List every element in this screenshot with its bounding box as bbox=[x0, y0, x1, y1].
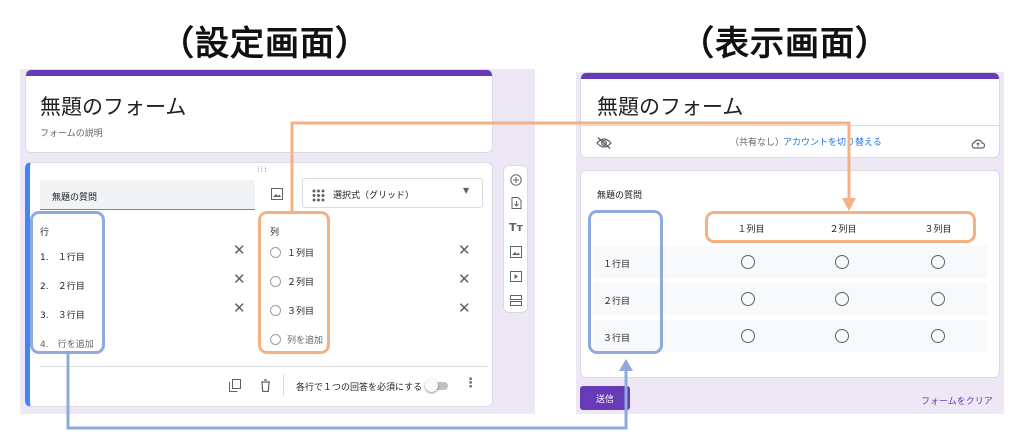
rows-connector-arrow bbox=[66, 354, 628, 430]
columns-connector-arrow bbox=[290, 121, 851, 211]
rows-arrowhead bbox=[619, 359, 633, 371]
columns-arrowhead bbox=[842, 198, 856, 211]
connector-arrows bbox=[66, 121, 856, 430]
